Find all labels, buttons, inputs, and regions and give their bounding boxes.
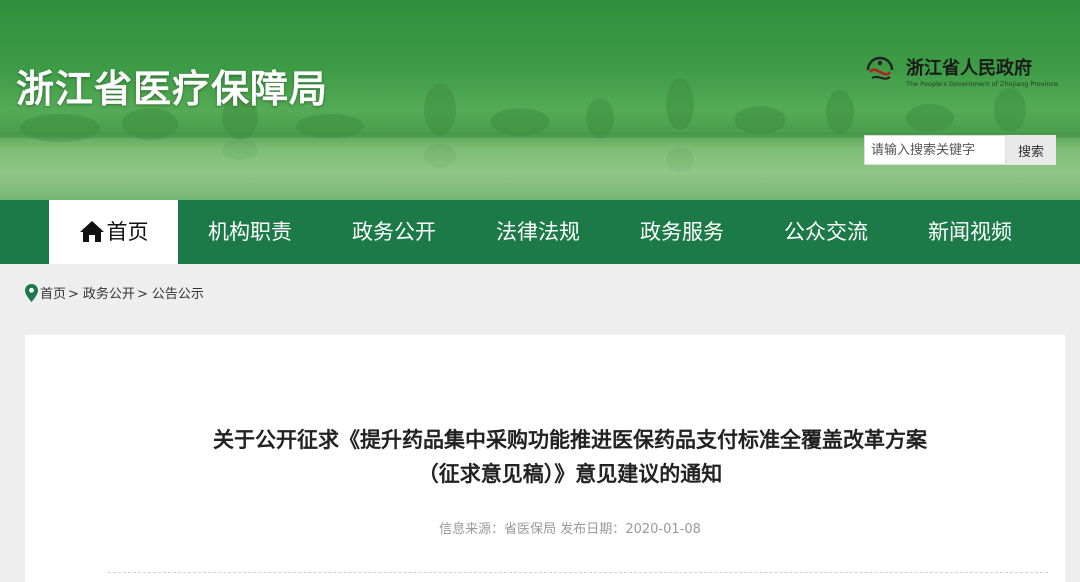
nav-item-label: 政务公开: [352, 220, 436, 244]
location-pin-icon: [25, 283, 38, 302]
nav-item-functions[interactable]: 机构职责: [178, 200, 322, 264]
nav-item-label: 政务服务: [640, 220, 724, 244]
breadcrumb: 首页 > 政务公开 > 公告公示: [25, 283, 204, 306]
nav-item-label: 公众交流: [784, 220, 868, 244]
nav-item-laws[interactable]: 法律法规: [466, 200, 610, 264]
meta-divider: [108, 572, 1048, 573]
nav-item-services[interactable]: 政务服务: [610, 200, 754, 264]
article-title: 关于公开征求《提升药品集中采购功能推进医保药品支付标准全覆盖改革方案 （征求意见…: [25, 423, 1080, 491]
site-header: 浙江省医疗保障局 浙江省人民政府 The People's Government…: [0, 0, 1080, 200]
gov-name: 浙江省人民政府: [906, 58, 1032, 79]
search-box: 搜索: [864, 135, 1056, 165]
breadcrumb-government-affairs[interactable]: 政务公开: [83, 287, 135, 302]
site-title: 浙江省医疗保障局: [16, 67, 329, 111]
nav-item-government-affairs[interactable]: 政务公开: [322, 200, 466, 264]
date-value: 2020-01-08: [625, 522, 701, 537]
breadcrumb-home[interactable]: 首页: [40, 287, 66, 302]
nav-item-label: 法律法规: [496, 220, 580, 244]
article-title-line1: 关于公开征求《提升药品集中采购功能推进医保药品支付标准全覆盖改革方案: [213, 428, 927, 452]
zhejiang-gov-emblem-icon: [866, 56, 894, 80]
article-meta: 信息来源：省医保局 发布日期：2020-01-08: [25, 518, 1080, 537]
breadcrumb-separator: >: [136, 287, 148, 302]
nav-item-label: 机构职责: [208, 220, 292, 244]
breadcrumb-announcements[interactable]: 公告公示: [152, 287, 204, 302]
source-label: 信息来源：: [439, 522, 505, 537]
gov-subtitle: The People's Government of Zhejiang Prov…: [906, 80, 1059, 88]
search-button[interactable]: 搜索: [1006, 135, 1056, 165]
search-input[interactable]: [864, 135, 1006, 165]
date-label: 发布日期：: [560, 522, 626, 537]
source-value: 省医保局: [504, 522, 557, 537]
article-title-line2: （征求意见稿）》意见建议的通知: [417, 462, 723, 486]
breadcrumb-separator: >: [68, 287, 79, 302]
nav-item-public-exchange[interactable]: 公众交流: [754, 200, 898, 264]
nav-item-home[interactable]: 首页: [49, 200, 178, 264]
nav-item-label: 首页: [106, 220, 149, 244]
gov-logo[interactable]: 浙江省人民政府 The People's Government of Zheji…: [862, 50, 1062, 94]
nav-item-news-video[interactable]: 新闻视频: [898, 200, 1042, 264]
article-card: 关于公开征求《提升药品集中采购功能推进医保药品支付标准全覆盖改革方案 （征求意见…: [25, 335, 1065, 582]
home-icon: [79, 221, 104, 242]
nav-item-label: 新闻视频: [928, 220, 1012, 244]
main-nav: 首页 机构职责 政务公开 法律法规 政务服务 公众交流 新闻视频: [0, 200, 1080, 264]
